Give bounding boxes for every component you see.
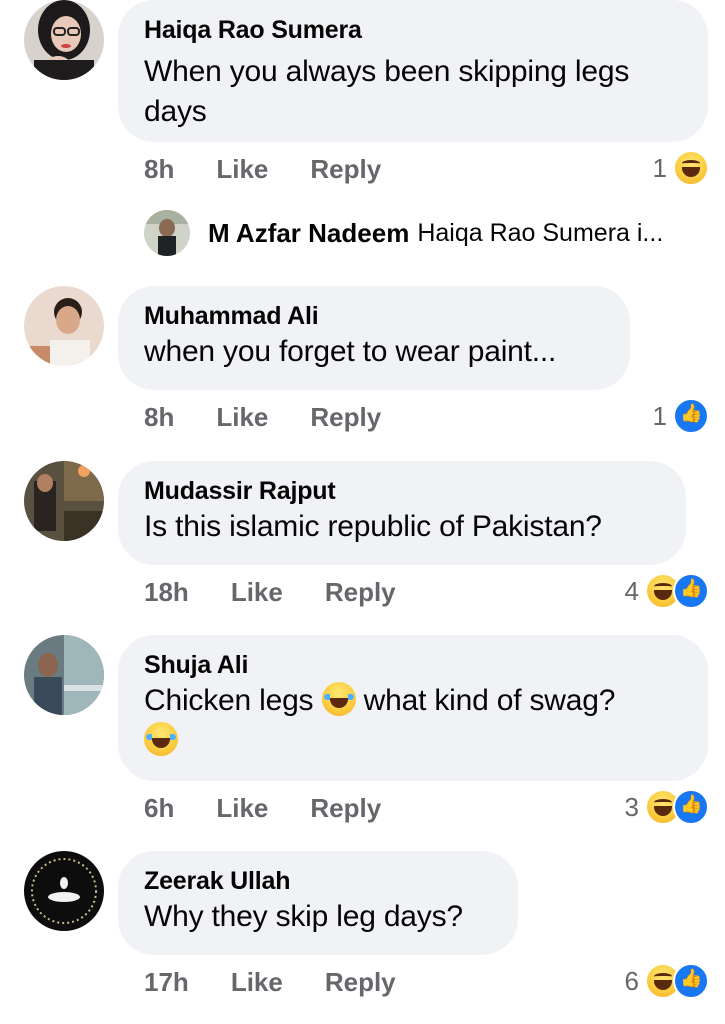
comment-time[interactable]: 6h — [144, 793, 174, 824]
comment-actions: 18h Like Reply — [144, 577, 396, 608]
comment-text: when you forget to wear paint... — [144, 335, 557, 368]
like-button[interactable]: Like — [216, 402, 268, 433]
reply-author-name[interactable]: M Azfar Nadeem — [208, 218, 409, 249]
comment-text: Why they skip leg days? — [144, 900, 463, 933]
avatar[interactable] — [24, 461, 104, 541]
reply-button[interactable]: Reply — [325, 577, 396, 608]
reaction-count: 3 — [624, 791, 639, 822]
reply-preview[interactable]: M Azfar Nadeem Haiqa Rao Sumera i... — [144, 210, 663, 256]
reaction-count: 6 — [624, 965, 639, 996]
commenter-name[interactable]: Zeerak Ullah — [144, 865, 492, 897]
comment-time[interactable]: 18h — [144, 577, 189, 608]
comment-actions: 17h Like Reply — [144, 967, 396, 998]
comment-text: When you always been skipping legs days — [144, 55, 630, 128]
comment-bubble: Zeerak Ullah Why they skip leg days? — [118, 851, 518, 955]
haha-icon — [673, 150, 709, 186]
comment-text-part: what kind of swag? — [363, 684, 616, 717]
reaction-summary[interactable]: 4 — [625, 573, 709, 609]
commenter-name[interactable]: Haiqa Rao Sumera — [144, 14, 682, 46]
avatar[interactable] — [144, 210, 190, 256]
comment-actions: 8h Like Reply — [144, 402, 381, 433]
comment-actions: 6h Like Reply — [144, 793, 381, 824]
commenter-name[interactable]: Shuja Ali — [144, 649, 682, 681]
reply-button[interactable]: Reply — [310, 154, 381, 185]
reaction-count: 1 — [652, 400, 667, 431]
like-button[interactable]: Like — [216, 793, 268, 824]
avatar[interactable] — [24, 851, 104, 931]
avatar[interactable] — [24, 286, 104, 366]
comment-time[interactable]: 17h — [144, 967, 189, 998]
comment-actions: 8h Like Reply — [144, 154, 381, 185]
joy-emoji-icon — [144, 722, 178, 756]
reply-button[interactable]: Reply — [325, 967, 396, 998]
commenter-name[interactable]: Muhammad Ali — [144, 300, 604, 332]
reply-button[interactable]: Reply — [310, 793, 381, 824]
like-button[interactable]: Like — [231, 967, 283, 998]
comment-bubble: Shuja Ali Chicken legs what kind of swag… — [118, 635, 708, 781]
comment-bubble: Mudassir Rajput Is this islamic republic… — [118, 461, 686, 565]
comment-text: Is this islamic republic of Pakistan? — [144, 510, 602, 543]
comment-text: Chicken legs what kind of swag? — [144, 681, 682, 761]
comment-bubble: Muhammad Ali when you forget to wear pai… — [118, 286, 630, 390]
reaction-count: 1 — [652, 152, 667, 183]
reaction-summary[interactable]: 6 — [625, 963, 709, 999]
reaction-count: 4 — [624, 575, 639, 606]
comment-time[interactable]: 8h — [144, 154, 174, 185]
comment-text-part: Chicken legs — [144, 684, 314, 717]
like-icon — [673, 398, 709, 434]
joy-emoji-icon — [321, 682, 356, 716]
like-icon — [673, 789, 709, 825]
reaction-summary[interactable]: 3 — [625, 789, 709, 825]
reply-button[interactable]: Reply — [310, 402, 381, 433]
like-button[interactable]: Like — [216, 154, 268, 185]
like-icon — [673, 573, 709, 609]
avatar[interactable] — [24, 635, 104, 715]
reaction-summary[interactable]: 1 — [653, 150, 709, 186]
like-button[interactable]: Like — [231, 577, 283, 608]
comment-bubble: Haiqa Rao Sumera When you always been sk… — [118, 0, 708, 142]
avatar[interactable] — [24, 0, 104, 80]
commenter-name[interactable]: Mudassir Rajput — [144, 475, 660, 507]
reply-snippet: Haiqa Rao Sumera i... — [417, 218, 664, 247]
comment-time[interactable]: 8h — [144, 402, 174, 433]
like-icon — [673, 963, 709, 999]
comments-feed: Haiqa Rao Sumera When you always been sk… — [0, 0, 725, 1024]
reaction-summary[interactable]: 1 — [653, 398, 709, 434]
